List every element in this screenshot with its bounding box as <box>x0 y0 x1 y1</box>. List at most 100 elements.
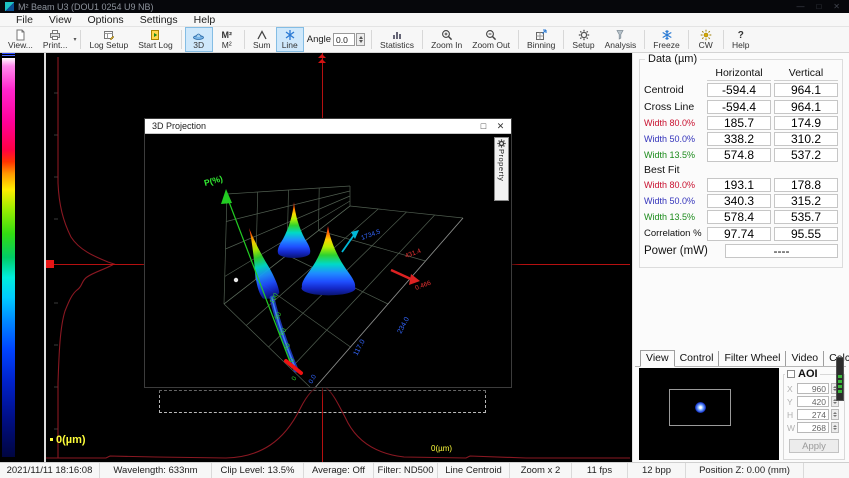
line-button[interactable]: Line <box>276 27 304 52</box>
aoi-w-spinner[interactable] <box>831 422 839 433</box>
aoi-y-input[interactable] <box>797 396 829 407</box>
aoi-h-input[interactable] <box>797 409 829 420</box>
svg-text:0: 0 <box>291 375 299 382</box>
aoi-field-x: X <box>784 382 844 395</box>
maximize-icon[interactable]: □ <box>816 0 821 13</box>
menu-help[interactable]: Help <box>186 13 224 27</box>
zoom-in-button[interactable]: Zoom In <box>426 27 467 52</box>
statusbar: 2021/11/11 18:16:08 Wavelength: 633nm Cl… <box>0 462 849 478</box>
projection-close-icon[interactable]: ✕ <box>492 119 509 133</box>
toolbar-separator <box>371 30 372 49</box>
status-datetime: 2021/11/11 18:16:08 <box>0 463 100 478</box>
menu-settings[interactable]: Settings <box>132 13 186 27</box>
aoi-checkbox[interactable] <box>787 370 795 378</box>
beam-preview[interactable] <box>639 368 779 460</box>
table-row: Width 80.0% 193.1 178.8 <box>640 177 842 193</box>
beam-display-area[interactable]: 0(µm) 0(µm) 3D Projection □ ✕ <box>0 53 632 462</box>
app-titlebar: M² Beam U3 (DOU1 0254 U9 NB) — □ ✕ <box>0 0 849 13</box>
crosshair-top-tick <box>318 54 326 58</box>
m-squared-button[interactable]: M² M² <box>213 27 241 52</box>
projection-3d-scene: P(%) 100 80 60 40 20 0 0.0 173 <box>145 134 511 387</box>
minimize-icon[interactable]: — <box>796 0 804 13</box>
status-wavelength: Wavelength: 633nm <box>100 463 212 478</box>
floor-front-edge <box>313 218 463 387</box>
panel-tabstrip: View Control Filter Wheel Video Calculat… <box>635 350 846 367</box>
angle-spinner[interactable] <box>356 33 365 46</box>
status-filler <box>804 463 849 478</box>
property-tab[interactable]: Property <box>494 137 509 201</box>
status-average: Average: Off <box>304 463 374 478</box>
projection-canvas[interactable]: P(%) 100 80 60 40 20 0 0.0 173 <box>145 134 511 387</box>
table-row: Width 13.5% 574.8 537.2 <box>640 147 842 163</box>
width50-v: 310.2 <box>774 132 838 146</box>
table-row: Width 80.0% 185.7 174.9 <box>640 115 842 131</box>
help-button[interactable]: ? Help <box>727 27 755 52</box>
menu-file[interactable]: File <box>8 13 41 27</box>
aoi-label: AOI <box>798 368 818 380</box>
status-clip-level: Clip Level: 13.5% <box>212 463 304 478</box>
column-horizontal: Horizontal <box>707 67 771 81</box>
apply-button[interactable]: Apply <box>789 439 839 453</box>
print-button[interactable]: Print... <box>38 27 73 52</box>
tab-video[interactable]: Video <box>786 351 824 366</box>
table-row: Width 13.5% 578.4 535.7 <box>640 209 842 225</box>
data-table-header: Horizontal Vertical <box>640 64 842 81</box>
axis-origin-marker <box>50 438 53 441</box>
print-dropdown-icon[interactable]: ▾ <box>72 36 77 43</box>
gain-slider[interactable] <box>836 357 844 401</box>
cw-button[interactable]: CW <box>692 27 720 52</box>
fit-width50-v: 315.2 <box>774 194 838 208</box>
close-icon[interactable]: ✕ <box>833 0 840 13</box>
aoi-x-input[interactable] <box>797 383 829 394</box>
column-vertical: Vertical <box>774 67 838 81</box>
origin-tick-label: 0.0 <box>308 373 319 385</box>
correlation-h: 97.74 <box>707 227 771 241</box>
freeze-button[interactable]: Freeze <box>648 27 684 52</box>
tab-filter-wheel[interactable]: Filter Wheel <box>719 351 786 366</box>
setup-button[interactable]: Setup <box>567 27 599 52</box>
width50-h: 338.2 <box>707 132 771 146</box>
gear-icon <box>497 139 506 148</box>
log-setup-button[interactable]: Log Setup <box>84 27 133 52</box>
projection-maximize-icon[interactable]: □ <box>475 119 492 133</box>
view-button[interactable]: View... <box>3 27 38 52</box>
tab-view[interactable]: View <box>640 350 675 367</box>
crosshair-top-tick <box>318 59 326 63</box>
wall-projection-profile <box>239 225 280 301</box>
3d-button[interactable]: 3D <box>185 27 213 52</box>
beam-profiler-app: M² Beam U3 (DOU1 0254 U9 NB) — □ ✕ File … <box>0 0 849 478</box>
statistics-button[interactable]: Statistics <box>375 27 419 52</box>
width80-h: 185.7 <box>707 116 771 130</box>
aoi-h-spinner[interactable] <box>831 409 839 420</box>
projection-titlebar[interactable]: 3D Projection □ ✕ <box>145 119 511 134</box>
fit-width135-h: 578.4 <box>707 210 771 224</box>
aoi-w-input[interactable] <box>797 422 829 433</box>
toolbar-separator <box>563 30 564 49</box>
width135-h: 574.8 <box>707 148 771 162</box>
vertical-axis-zero-label: 0(µm) <box>56 434 86 446</box>
menu-options[interactable]: Options <box>80 13 132 27</box>
x-axis-tick-label: 117.0 <box>353 339 367 357</box>
aoi-region-outline[interactable] <box>159 390 486 413</box>
app-icon <box>5 2 14 11</box>
data-group-title: Data (µm) <box>645 53 700 65</box>
start-log-button[interactable]: Start Log <box>133 27 178 52</box>
binning-button[interactable]: Binning <box>522 27 560 52</box>
property-tab-label: Property <box>497 149 506 181</box>
menu-view[interactable]: View <box>41 13 80 27</box>
cursor-dot <box>234 278 238 282</box>
analysis-button[interactable]: Analysis <box>600 27 642 52</box>
sum-button[interactable]: Sum <box>248 27 276 52</box>
toolbar-separator <box>688 30 689 49</box>
toolbar-separator <box>422 30 423 49</box>
table-row: Centroid -594.4 964.1 <box>640 81 842 98</box>
tab-control[interactable]: Control <box>675 351 720 366</box>
table-row: Power (mW) ---- <box>640 242 842 259</box>
table-row: Best Fit <box>640 163 842 177</box>
angle-control: Angle <box>304 27 368 52</box>
p-axis-label: P(%) <box>203 173 224 188</box>
aoi-field-h: H <box>784 408 844 421</box>
red-axis-tick-label: 431.4 <box>404 248 422 260</box>
zoom-out-button[interactable]: Zoom Out <box>467 27 515 52</box>
angle-input[interactable] <box>333 33 355 46</box>
